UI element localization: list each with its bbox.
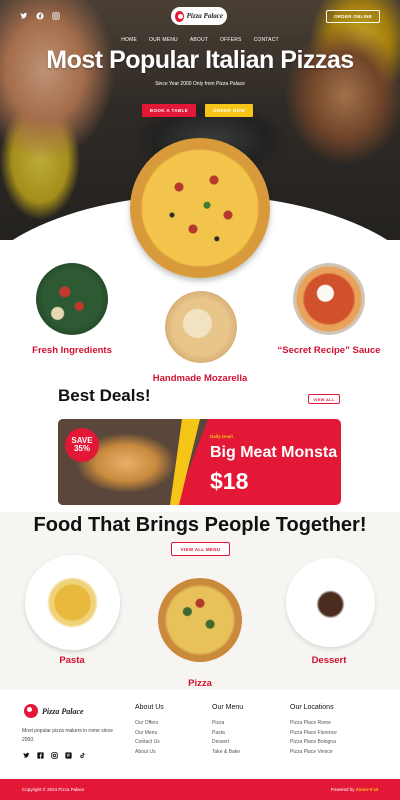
- footer-column-title: Our Menu: [212, 704, 244, 711]
- save-badge-percent: 35%: [73, 444, 90, 453]
- twitter-icon[interactable]: [22, 752, 30, 761]
- footer-link[interactable]: Pizza Place Rome: [290, 719, 337, 729]
- dish-label-dessert[interactable]: Dessert: [299, 655, 359, 666]
- powered-by: Powered by Zoom-It UI: [331, 787, 378, 792]
- footer-bottom-bar: Copyright © 2024 Pizza Palace Powered by…: [0, 779, 400, 800]
- nav-item-about[interactable]: ABOUT: [190, 37, 208, 43]
- header-social-links: [20, 12, 60, 20]
- pizza-logo-icon: [24, 704, 38, 718]
- logo-text: Pizza Palace: [186, 12, 223, 20]
- tiktok-icon[interactable]: [78, 752, 86, 761]
- footer-column-title: About Us: [135, 704, 164, 711]
- save-badge: SAVE 35%: [65, 428, 99, 462]
- footer-column-title: Our Locations: [290, 704, 334, 711]
- dish-label-pizza[interactable]: Pizza: [170, 678, 230, 689]
- feature-label-secret-recipe-sauce: “Secret Recipe” Sauce: [277, 345, 381, 356]
- footer-column-menu: Our Menu Pizza Pasta Dessert Take & Bake: [212, 704, 243, 757]
- dish-label-pasta[interactable]: Pasta: [42, 655, 102, 666]
- facebook-icon[interactable]: [36, 12, 44, 20]
- order-online-button[interactable]: ORDER ONLINE: [326, 10, 380, 23]
- footer-social-links: [22, 752, 86, 761]
- footer-link[interactable]: Dessert: [212, 738, 243, 748]
- footer-link[interactable]: Pizza: [212, 719, 243, 729]
- footer-link[interactable]: About Us: [135, 748, 164, 758]
- footer-column-about: About Us Our Offers Our Menu Contact Us …: [135, 704, 164, 757]
- fresh-ingredients-image: [36, 263, 108, 335]
- dessert-dish-image[interactable]: [286, 558, 375, 647]
- nav-item-home[interactable]: HOME: [121, 37, 137, 43]
- facebook-icon[interactable]: [36, 752, 44, 761]
- featured-pizza-image: [130, 138, 270, 278]
- footer-link[interactable]: Our Menu: [135, 729, 164, 739]
- deal-price: $18: [210, 468, 249, 494]
- powered-by-link[interactable]: Zoom-It UI: [356, 787, 378, 792]
- nav-item-our-menu[interactable]: OUR MENU: [149, 37, 178, 43]
- nav-item-offers[interactable]: OFFERS: [220, 37, 241, 43]
- instagram-icon[interactable]: [50, 752, 58, 761]
- footer-link[interactable]: Pizza Place Bologna: [290, 738, 337, 748]
- hero-title: Most Popular Italian Pizzas: [46, 46, 354, 74]
- footer-link[interactable]: Pasta: [212, 729, 243, 739]
- footer-link[interactable]: Contact Us: [135, 738, 164, 748]
- footer-link[interactable]: Pizza Place Florence: [290, 729, 337, 739]
- pizza-logo-icon: [175, 10, 184, 22]
- site-logo[interactable]: Pizza Palace: [171, 7, 227, 25]
- powered-by-prefix: Powered by: [330, 787, 355, 792]
- pizza-dish-image[interactable]: [158, 578, 242, 662]
- footer-link[interactable]: Our Offers: [135, 719, 164, 729]
- footer-description: Most popular pizza makers in rome since …: [22, 728, 113, 743]
- best-deals-heading: Best Deals!: [58, 386, 151, 405]
- deal-name: Big Meat Monsta: [210, 444, 338, 461]
- deal-banner[interactable]: SAVE 35% Daily Deal! Big Meat Monsta $18: [58, 419, 341, 505]
- order-now-button[interactable]: ORDER NOW: [205, 104, 253, 117]
- view-all-deals-button[interactable]: VIEW ALL: [308, 394, 340, 404]
- nav-item-contact[interactable]: CONTACT: [254, 37, 279, 43]
- footer-link[interactable]: Take & Bake: [212, 748, 243, 758]
- handmade-mozarella-image: [165, 291, 237, 363]
- twitter-icon[interactable]: [20, 12, 28, 20]
- hero-subtitle: Since Year 2000 Only from Pizza Palace: [155, 81, 245, 87]
- main-nav: HOME OUR MENU ABOUT OFFERS CONTACT: [0, 37, 400, 43]
- book-a-table-button[interactable]: BOOK A TABLE: [142, 104, 196, 117]
- footer-logo[interactable]: Pizza Palace: [24, 704, 84, 718]
- footer-logo-text: Pizza Palace: [42, 706, 84, 716]
- deal-kicker: Daily Deal!: [210, 434, 234, 439]
- pinterest-icon[interactable]: [64, 752, 72, 761]
- instagram-icon[interactable]: [52, 12, 60, 20]
- together-heading: Food That Brings People Together!: [33, 514, 367, 536]
- footer-link[interactable]: Pizza Place Venice: [290, 748, 337, 758]
- view-all-menu-button[interactable]: VIEW ALL MENU: [171, 542, 230, 556]
- secret-recipe-sauce-image: [293, 263, 365, 335]
- copyright-text: Copyright © 2024 Pizza Palace: [22, 787, 85, 792]
- footer-column-locations: Our Locations Pizza Place Rome Pizza Pla…: [290, 704, 337, 757]
- feature-label-handmade-mozarella: Handmade Mozarella: [152, 373, 248, 384]
- feature-label-fresh-ingredients: Fresh Ingredients: [32, 345, 112, 356]
- pasta-dish-image[interactable]: [25, 555, 120, 650]
